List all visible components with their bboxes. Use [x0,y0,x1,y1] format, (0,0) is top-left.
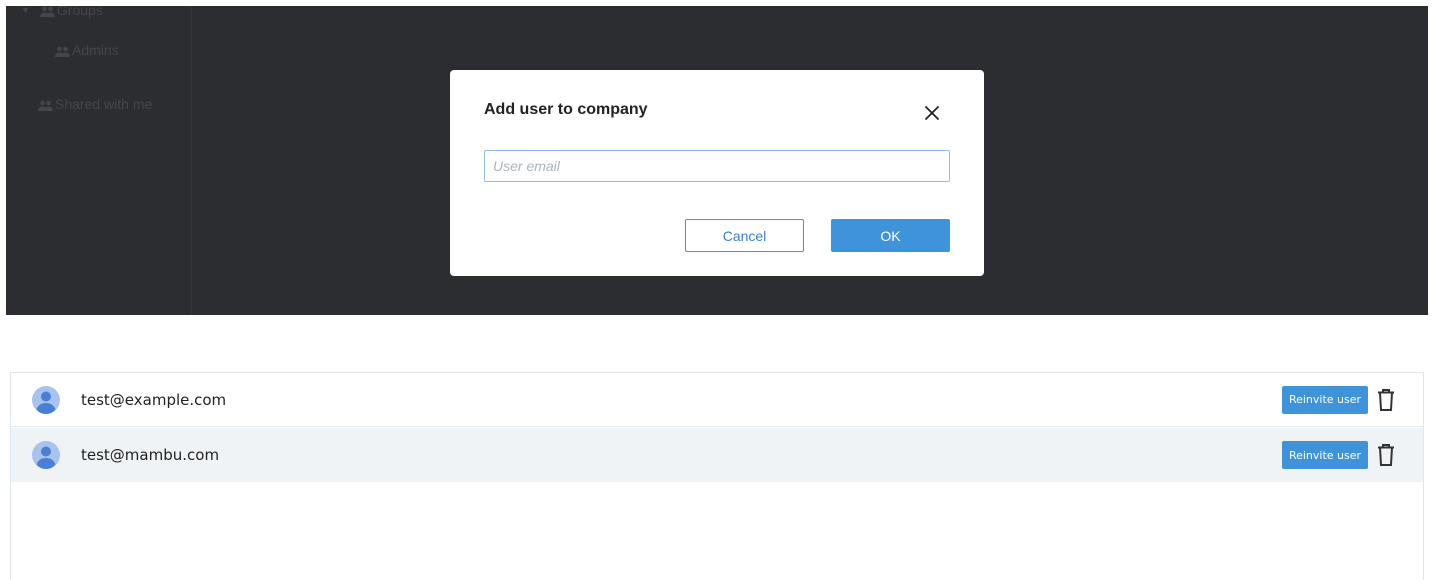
reinvite-user-button[interactable]: Reinvite user [1282,441,1368,469]
caret-down-icon: ▼ [21,6,30,15]
user-email: test@example.com [81,390,227,409]
sidebar-item-shared: Shared with me [38,96,152,112]
table-row: test@example.com Reinvite user [11,373,1423,427]
modal-overlay: ▼ Groups Admins Shared with me Add user … [6,6,1428,315]
reinvite-user-button[interactable]: Reinvite user [1282,385,1368,414]
sidebar-item-label: Shared with me [55,96,153,112]
sidebar-item-admins: Admins [55,42,119,58]
user-avatar-icon [32,385,60,414]
cancel-button[interactable]: Cancel [685,219,804,252]
trash-icon[interactable] [1377,444,1395,466]
people-icon [39,6,55,18]
sidebar-item-label: Groups [56,6,103,18]
table-row: test@mambu.com Reinvite user [11,428,1423,482]
user-avatar-icon [32,441,60,469]
ok-button[interactable]: OK [831,219,950,252]
close-icon[interactable] [922,103,942,123]
people-icon [55,42,70,58]
sidebar-item-label: Admins [72,42,119,58]
sidebar-item-groups: ▼ Groups [21,6,103,18]
user-email-input[interactable] [484,150,950,182]
dialog-title: Add user to company [484,101,648,118]
background-sidebar: ▼ Groups Admins Shared with me [6,6,192,315]
trash-icon[interactable] [1377,388,1395,411]
user-email: test@mambu.com [81,446,220,464]
people-icon [38,96,53,112]
add-user-dialog: Add user to company Cancel OK [450,70,984,276]
user-list: test@example.com Reinvite user test@mamb… [10,372,1424,580]
